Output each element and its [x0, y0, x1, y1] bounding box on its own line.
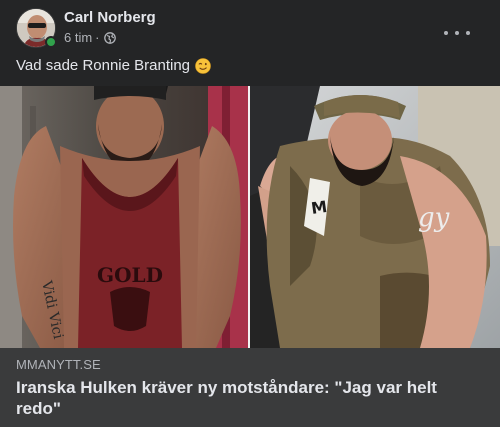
more-horizontal-icon: [444, 31, 448, 35]
author-name[interactable]: Carl Norberg: [64, 9, 156, 27]
more-dot: [466, 31, 470, 35]
link-domain: MMANYTT.SE: [16, 357, 101, 372]
post-message: Vad sade Ronnie Branting: [16, 56, 211, 76]
online-status-dot: [45, 36, 57, 48]
link-preview-card[interactable]: MMANYTT.SE Iranska Hulken kräver ny mots…: [0, 348, 500, 427]
man-in-car-photo[interactable]: M gy: [250, 86, 500, 348]
shirt-logo-text: M: [310, 197, 328, 218]
post-meta: Carl Norberg 6 tim ·: [64, 9, 156, 46]
post-header: Carl Norberg 6 tim ·: [16, 8, 484, 52]
winking-face-emoji-icon: [195, 58, 211, 74]
post-subline: 6 tim ·: [64, 30, 156, 46]
separator-dot: ·: [95, 30, 100, 45]
globe-icon: [103, 32, 116, 44]
author-avatar-wrap[interactable]: [16, 8, 57, 48]
feed-post: Carl Norberg 6 tim · Vad sade Ronnie Bra…: [0, 0, 500, 427]
shirt-script-text: gy: [418, 203, 450, 233]
post-message-text: Vad sade Ronnie Branting: [16, 57, 191, 74]
more-options-button[interactable]: [444, 24, 470, 42]
post-timestamp[interactable]: 6 tim: [64, 30, 92, 46]
more-dot: [455, 31, 459, 35]
link-title[interactable]: Iranska Hulken kräver ny motståndare: "J…: [16, 377, 484, 419]
post-media[interactable]: GOLD Vidi Vici M gy: [0, 86, 500, 348]
shirt-print-text: GOLD: [97, 263, 163, 287]
bodybuilder-photo[interactable]: GOLD Vidi Vici: [0, 86, 248, 348]
